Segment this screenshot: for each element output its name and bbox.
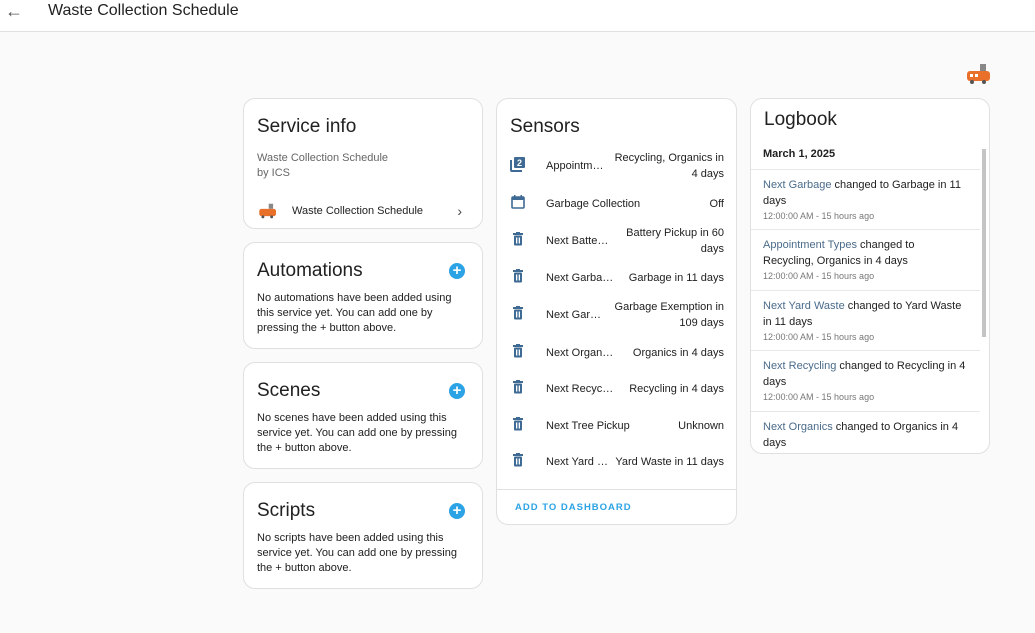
logbook-entry: Next Yard Waste changed to Yard Waste in… [751, 290, 980, 351]
logbook-entry: Next Garbage changed to Garbage in 11 da… [751, 169, 980, 230]
scenes-title: Scenes [257, 380, 320, 402]
logbook-entity-link[interactable]: Next Organics [763, 421, 833, 433]
sensor-name: Next Yard W… [546, 456, 614, 468]
sensor-name: Next Gar… [546, 309, 614, 321]
sensor-row[interactable]: Next OrganicsOrganics in 4 days [497, 334, 736, 371]
add-to-dashboard-button[interactable]: ADD TO DASHBOARD [515, 502, 632, 513]
sensor-name: Appointm… [546, 160, 614, 172]
garbage-truck-logo-icon [966, 63, 992, 85]
sensors-title: Sensors [510, 116, 580, 138]
sensor-value: Recycling in 4 days [614, 381, 736, 397]
service-info-title: Service info [257, 116, 356, 138]
sensor-value: Garbage Exemption in 109 days [614, 299, 736, 331]
service-name: Waste Collection Schedule [257, 151, 388, 166]
automations-empty-text: No automations have been added using thi… [257, 291, 469, 336]
scripts-title: Scripts [257, 500, 315, 522]
logbook-scrollbar[interactable] [982, 149, 986, 337]
sensor-row[interactable]: Next RecyclingRecycling in 4 days [497, 370, 736, 407]
sensor-row[interactable]: Next Batte…Battery Pickup in 60 days [497, 222, 736, 259]
logbook-entity-link[interactable]: Next Garbage [763, 179, 831, 191]
sensor-value: Battery Pickup in 60 days [614, 225, 736, 257]
garbage-truck-icon [258, 203, 278, 219]
logbook-entry: Next Recycling changed to Recycling in 4… [751, 350, 980, 411]
logbook-date: March 1, 2025 [763, 148, 835, 160]
add-scene-button[interactable]: + [449, 383, 465, 399]
sensor-row[interactable]: Next GarbageGarbage in 11 days [497, 259, 736, 296]
sensor-value: Off [646, 196, 736, 212]
back-arrow-icon[interactable]: ← [4, 1, 24, 22]
svg-text:2: 2 [517, 158, 522, 168]
scenes-empty-text: No scenes have been added using this ser… [257, 411, 469, 456]
logbook-entry: Next Organics changed to Organics in 4 d… [751, 411, 980, 454]
chevron-right-icon: › [457, 203, 462, 219]
sensor-value: Garbage in 11 days [614, 270, 736, 286]
trash-can-icon [497, 305, 533, 324]
trash-can-icon [497, 268, 533, 287]
scripts-empty-text: No scripts have been added using this se… [257, 531, 469, 576]
scripts-card: Scripts + No scripts have been added usi… [243, 482, 483, 589]
sensor-value: Organics in 4 days [614, 345, 736, 361]
logbook-entry: Appointment Types changed to Recycling, … [751, 229, 980, 290]
numeric-2-box-multiple-icon: 2 [497, 156, 533, 175]
trash-can-icon [497, 343, 533, 362]
sensor-name: Next Garbage [546, 272, 614, 284]
service-author: by ICS [257, 166, 388, 181]
logbook-entry-time: 12:00:00 AM - 15 hours ago [763, 209, 968, 223]
scenes-card: Scenes + No scenes have been added using… [243, 362, 483, 469]
logbook-entity-link[interactable]: Next Recycling [763, 360, 836, 372]
sensor-name: Next Batte… [546, 235, 614, 247]
logbook-title: Logbook [764, 109, 837, 131]
sensors-card: Sensors ADD TO DASHBOARD 2Appointm…Recyc… [496, 98, 737, 525]
automations-card: Automations + No automations have been a… [243, 242, 483, 349]
service-info-card: Service info Waste Collection Schedule b… [243, 98, 483, 229]
device-name: Waste Collection Schedule [292, 205, 457, 217]
sensor-name: Garbage Collection [546, 198, 646, 210]
automations-title: Automations [257, 260, 363, 282]
device-link[interactable]: Waste Collection Schedule › [244, 199, 482, 223]
sensor-value: Unknown [646, 418, 736, 434]
add-script-button[interactable]: + [449, 503, 465, 519]
trash-can-icon [497, 231, 533, 250]
top-bar: ← Waste Collection Schedule [0, 0, 1035, 32]
add-automation-button[interactable]: + [449, 263, 465, 279]
logbook-entry-time: 12:00:00 AM - 15 hours ago [763, 330, 968, 344]
sensor-row[interactable]: Next Gar…Garbage Exemption in 109 days [497, 296, 736, 333]
sensor-value: Yard Waste in 11 days [614, 454, 736, 470]
logbook-entity-link[interactable]: Next Yard Waste [763, 300, 845, 312]
sensor-row[interactable]: Next Yard W…Yard Waste in 11 days [497, 443, 736, 480]
trash-can-icon [497, 379, 533, 398]
sensor-row[interactable]: 2 Appointm…Recycling, Organics in 4 days [497, 147, 736, 184]
page-title: Waste Collection Schedule [48, 2, 239, 20]
trash-can-icon [497, 416, 533, 435]
logbook-entry-time: 12:00:00 AM - 15 hours ago [763, 390, 968, 404]
sensor-row[interactable]: Next Tree PickupUnknown [497, 407, 736, 444]
trash-can-icon [497, 452, 533, 471]
sensor-name: Next Tree Pickup [546, 420, 646, 432]
sensor-name: Next Organics [546, 347, 614, 359]
sensor-value: Recycling, Organics in 4 days [614, 150, 736, 182]
logbook-card: Logbook March 1, 2025 Next Garbage chang… [750, 98, 990, 454]
sensor-name: Next Recycling [546, 383, 614, 395]
logbook-entry-time: 12:00:00 AM - 15 hours ago [763, 269, 968, 283]
sensor-row[interactable]: Garbage CollectionOff [497, 185, 736, 222]
calendar-icon [497, 194, 533, 213]
logbook-entity-link[interactable]: Appointment Types [763, 239, 857, 251]
